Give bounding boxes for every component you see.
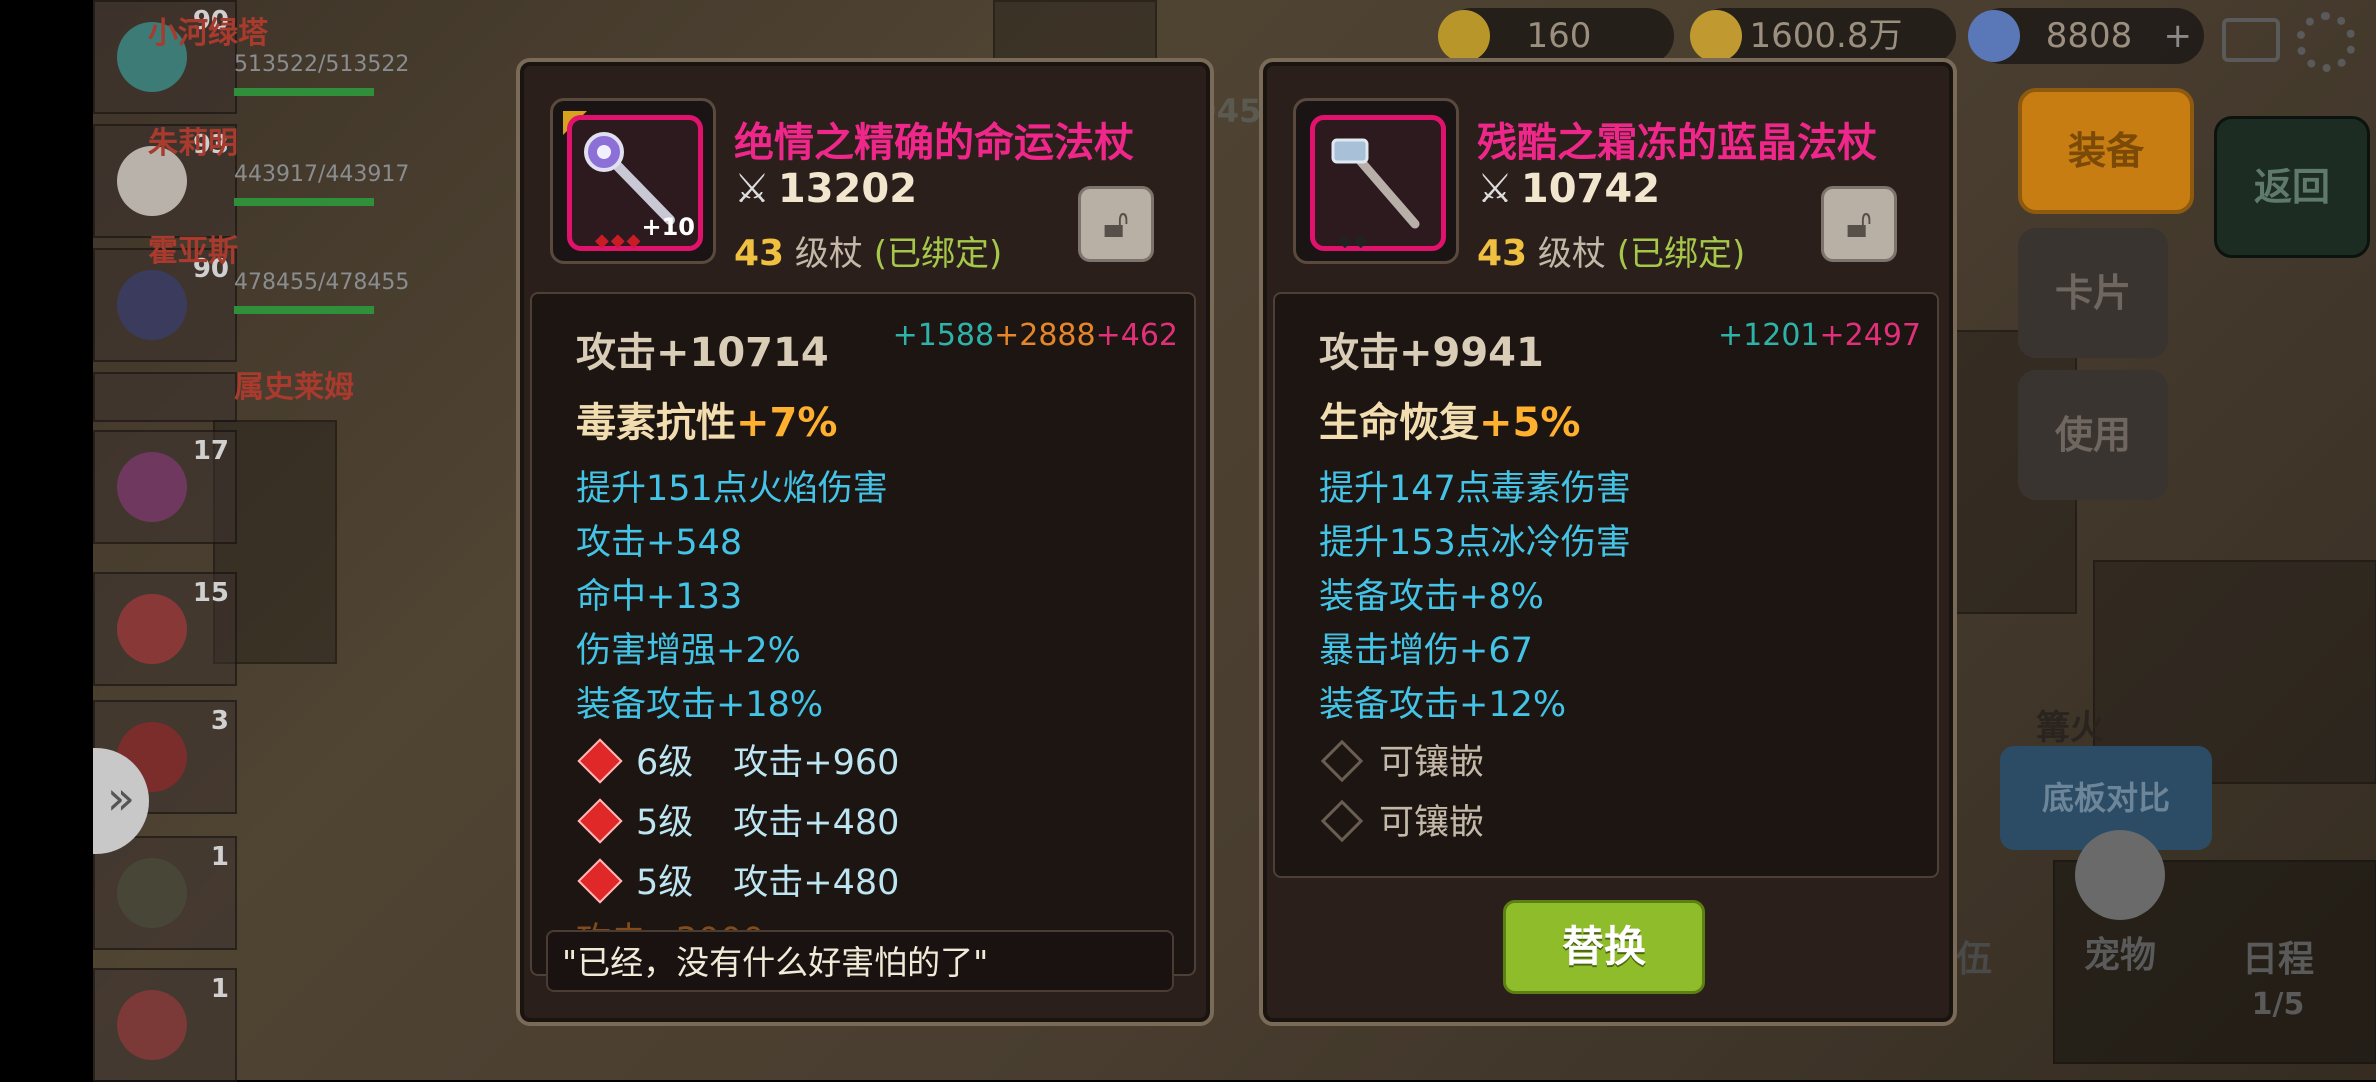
hero-name: 霍亚斯 [148,234,238,269]
item-level: 43 级杖 (已绑定) [734,233,1003,274]
gem-icon [577,858,623,904]
sub-attribute: 提升151点火焰伤害 [576,469,888,509]
paw-icon [2075,830,2165,920]
empty-socket: 可镶嵌 [1319,794,1484,845]
compare-item-panel: ◆◆ 残酷之霜冻的蓝晶法杖 ⚔ 10742 43 级杖 (已绑定) 🔓︎ 攻击+9… [1259,58,1957,1026]
sub-attribute: 装备攻击+18% [576,685,824,725]
enhance-level: +10 [641,213,695,241]
nav-pet[interactable]: 宠物 [2040,830,2200,978]
item-power: ⚔ 10742 [1477,166,1661,212]
gold-coin-icon [1690,10,1742,62]
item-name: 绝情之精确的命运法杖 [734,120,1134,166]
sub-attribute: 命中+133 [576,577,743,617]
tab-card[interactable]: 卡片 [2018,228,2168,358]
item-slot: +10 ◆◆◆ [550,98,716,264]
item-level: 43 级杖 (已绑定) [1477,233,1746,274]
item-slot: ◆◆ [1293,98,1459,264]
lock-button[interactable]: 🔓︎ [1078,186,1154,262]
empty-socket: 可镶嵌 [1319,734,1484,785]
replace-button[interactable]: 替换 [1503,900,1705,994]
diamond-icon [1968,10,2020,62]
stats-box[interactable]: 攻击+10714 +1588+2888+462 毒素抗性+7% 提升151点火焰… [530,292,1196,976]
hero-hp-bar [234,198,374,206]
hero-hp-bar [234,306,374,314]
lock-icon: 🔓︎ [1103,201,1129,247]
socket-icon [1320,739,1364,783]
sword-icon: ⚔ [1477,166,1513,212]
hero-avatar [117,858,187,928]
stats-box[interactable]: 攻击+9941 +1201+2497 生命恢复+5% 提升147点毒素伤害 提升… [1273,292,1939,878]
hero-name: 属史莱姆 [234,370,354,405]
item-power: ⚔ 13202 [734,166,918,212]
sub-attribute: 装备攻击+12% [1319,685,1567,725]
hero-slot[interactable]: 1 [93,836,237,950]
hero-slot[interactable]: 1 [93,968,237,1082]
stamina-counter: 160 [1438,8,1674,64]
hero-slot[interactable]: 17 [93,430,237,544]
base-attack: 攻击+9941 [1319,330,1544,376]
gem-icon [577,798,623,844]
hero-avatar [117,594,187,664]
hero-name: 朱莉明 [148,126,238,161]
mail-icon[interactable] [2222,18,2280,62]
nav-schedule[interactable]: 日程 1/5 [2198,930,2358,1023]
lock-button[interactable]: 🔓︎ [1821,186,1897,262]
diamond-counter: 8808 + [1968,8,2204,64]
attack-bonus: +1588+2888+462 [892,318,1178,353]
gem-line: 6级 攻击+960 [576,734,899,785]
gem-icon [577,738,623,784]
item-name: 残酷之霜冻的蓝晶法杖 [1477,120,1877,166]
staff-icon [1331,138,1420,229]
hero-hp-bar [234,88,374,96]
back-button[interactable]: 返回 [2214,116,2370,258]
campfire-label[interactable]: 篝火 [2036,700,2104,749]
sub-attribute: 暴击增伤+67 [1319,631,1533,671]
add-diamond-icon[interactable]: + [2164,8,2193,64]
base-attack: 攻击+10714 [576,330,829,376]
lock-icon: 🔓︎ [1846,201,1872,247]
sub-attribute: 攻击+548 [576,523,743,563]
hero-avatar [117,452,187,522]
main-attribute: 生命恢复+5% [1319,400,1581,446]
hero-hp: 478455/478455 [234,270,410,295]
hero-hp: 443917/443917 [234,162,410,187]
gem-line: 5级 攻击+480 [576,854,899,905]
hero-slot[interactable] [93,372,237,422]
hero-avatar [117,990,187,1060]
gem-line: 5级 攻击+480 [576,794,899,845]
double-chevron-right-icon: » [106,771,136,825]
hero-avatar [117,270,187,340]
hero-name: 小河绿塔 [148,16,268,51]
gold-counter: 1600.8万 [1690,8,1956,64]
gem-slots-icon: ◆◆◆ [595,230,643,251]
item-quote: "已经，没有什么好害怕的了" [546,930,1174,992]
sword-icon: ⚔ [734,166,770,212]
equipped-item-panel: +10 ◆◆◆ 绝情之精确的命运法杖 ⚔ 13202 43 级杖 (已绑定) 🔓︎… [516,58,1214,1026]
attack-bonus: +1201+2497 [1718,318,1921,353]
empty-gem-slots-icon: ◆◆ [1338,230,1370,251]
hero-slot[interactable]: 15 [93,572,237,686]
socket-icon [1320,799,1364,843]
sub-attribute: 伤害增强+2% [576,631,801,671]
settings-gear-icon[interactable] [2296,12,2356,72]
hero-hp: 513522/513522 [234,52,410,77]
tab-use[interactable]: 使用 [2018,370,2168,500]
sub-attribute: 提升153点冰冷伤害 [1319,523,1631,563]
wheat-icon [1438,10,1490,62]
sub-attribute: 装备攻击+8% [1319,577,1544,617]
tab-equip[interactable]: 装备 [2018,88,2194,214]
sub-attribute: 提升147点毒素伤害 [1319,469,1631,509]
main-attribute: 毒素抗性+7% [576,400,838,446]
